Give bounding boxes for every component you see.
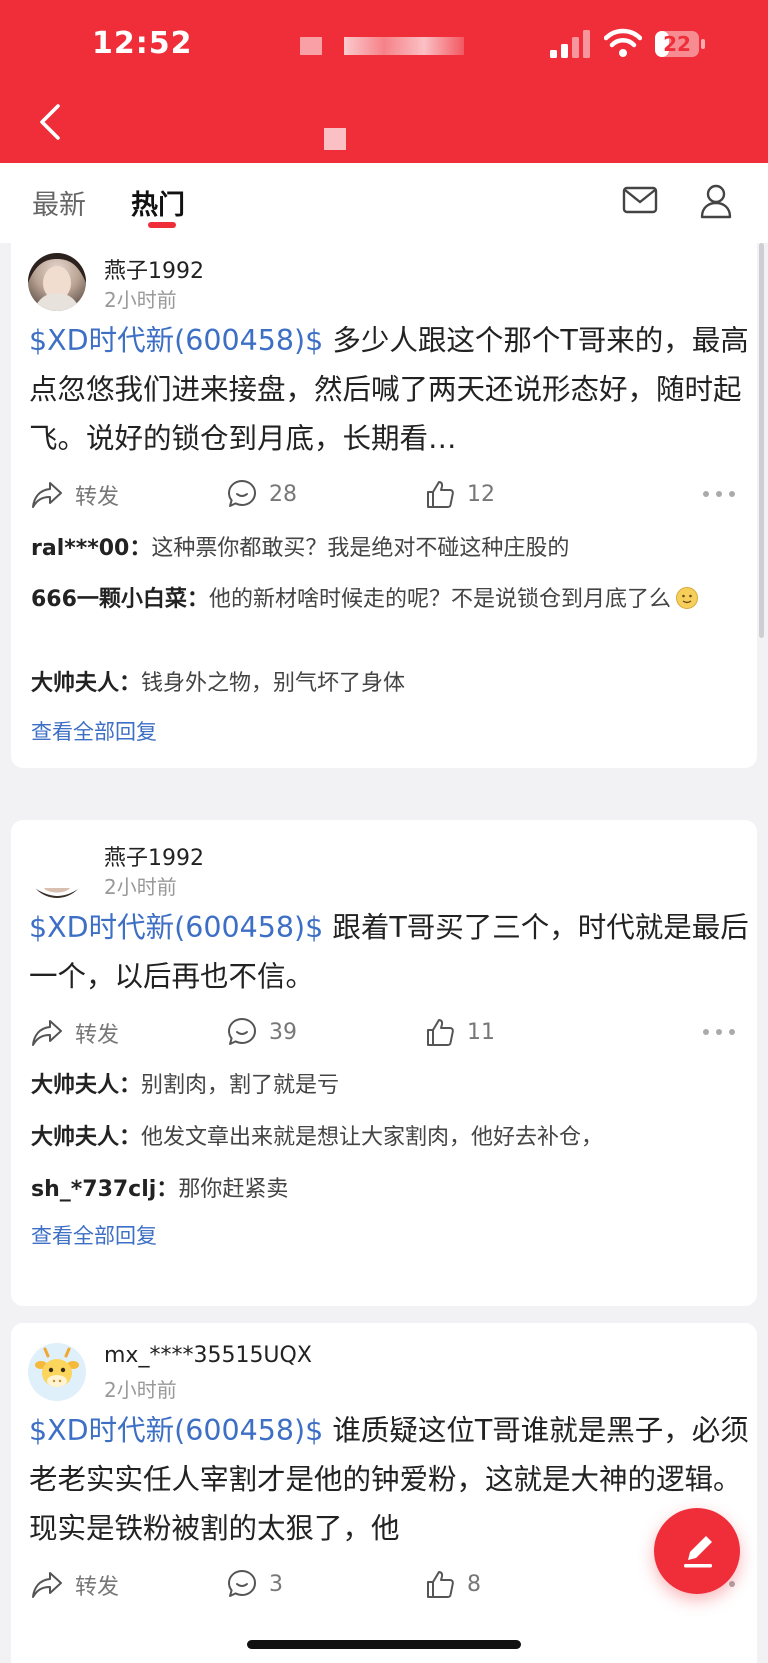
edit-icon [684, 1536, 712, 1568]
comment-button[interactable]: 3 [227, 1569, 283, 1599]
battery-level: 22 [663, 32, 691, 56]
post-card: mx_****35515UQX 2小时前 $XD时代新(600458)$ 谁质疑… [11, 1323, 757, 1663]
reply-item[interactable]: 大帅夫人：他发文章出来就是想让大家割肉，他好去补仓， [31, 1120, 743, 1155]
reply-item[interactable]: sh_*737clj：那你赶紧卖 [31, 1172, 743, 1207]
user-icon[interactable] [700, 183, 732, 219]
tab-latest[interactable]: 最新 [32, 183, 86, 222]
like-count: 12 [467, 481, 495, 507]
forward-button[interactable]: 转发 [31, 1017, 119, 1049]
view-all-replies-link[interactable]: 查看全部回复 [31, 716, 157, 746]
status-time: 12:52 [92, 26, 193, 61]
share-icon [32, 1572, 62, 1598]
reply-item[interactable]: 大帅夫人：别割肉，割了就是亏 [31, 1068, 743, 1103]
reply-user[interactable]: ral***00： [31, 536, 151, 561]
post-content[interactable]: $XD时代新(600458)$ 多少人跟这个那个T哥来的，最高点忽悠我们进来接盘… [29, 316, 751, 463]
like-icon [427, 1019, 454, 1046]
status-blurred-text [300, 37, 322, 55]
emoji-icon [675, 587, 698, 609]
reply-user[interactable]: sh_*737clj： [31, 1177, 178, 1202]
avatar-photo [30, 884, 84, 898]
author-name[interactable]: mx_****35515UQX [104, 1343, 312, 1368]
back-arrow-icon[interactable] [36, 102, 66, 142]
reply-text: 那你赶紧卖 [178, 1177, 289, 1202]
forward-button[interactable]: 转发 [31, 1569, 119, 1601]
post-card: 燕子1992 2小时前 $XD时代新(600458)$ 跟着T哥买了三个，时代就… [11, 820, 757, 1306]
header-bar: 12:52 22 [0, 0, 768, 163]
author-name[interactable]: 燕子1992 [104, 253, 204, 285]
like-count: 11 [467, 1019, 495, 1045]
reply-item[interactable]: 大帅夫人：钱身外之物，别气坏了身体 [31, 666, 743, 701]
more-icon[interactable] [703, 1027, 737, 1037]
mail-icon[interactable] [622, 185, 658, 215]
avatar[interactable] [28, 1343, 86, 1401]
comment-icon [228, 480, 256, 507]
share-icon [32, 482, 62, 508]
comment-count: 28 [269, 481, 297, 507]
share-icon [32, 1020, 62, 1046]
cow-avatar-icon [35, 1347, 79, 1387]
reply-user[interactable]: 大帅夫人： [31, 671, 141, 696]
like-icon [427, 1571, 454, 1598]
post-time: 2小时前 [104, 875, 177, 899]
comment-count: 39 [269, 1019, 297, 1045]
like-count: 8 [467, 1571, 481, 1597]
post-content[interactable]: $XD时代新(600458)$ 跟着T哥买了三个，时代就是最后一个，以后再也不信… [29, 903, 751, 1001]
comment-button[interactable]: 28 [227, 479, 297, 509]
compose-button[interactable] [654, 1508, 740, 1594]
post-time: 2小时前 [104, 288, 177, 312]
like-button[interactable]: 11 [425, 1017, 495, 1047]
forward-button[interactable]: 转发 [31, 479, 119, 511]
reply-text: 钱身外之物，别气坏了身体 [141, 671, 406, 696]
stock-tag-link[interactable]: $XD时代新(600458)$ [29, 324, 323, 357]
comment-icon [228, 1570, 256, 1597]
author-name[interactable]: 燕子1992 [104, 840, 204, 872]
reply-text: 别割肉，割了就是亏 [141, 1073, 340, 1098]
tab-hot[interactable]: 热门 [131, 183, 185, 222]
status-blurred-text [344, 37, 464, 55]
like-button[interactable]: 12 [425, 479, 495, 509]
reply-item[interactable]: ral***00：这种票你都敢买？我是绝对不碰这种庄股的 [31, 531, 743, 566]
reply-text: 这种票你都敢买？我是绝对不碰这种庄股的 [151, 536, 570, 561]
more-icon[interactable] [703, 489, 737, 499]
wifi-icon [604, 28, 642, 57]
blurred-title [324, 128, 346, 150]
avatar[interactable] [28, 253, 86, 311]
comment-count: 3 [269, 1571, 283, 1597]
stock-tag-link[interactable]: $XD时代新(600458)$ [29, 911, 323, 944]
forward-label: 转发 [75, 1575, 120, 1600]
post-content[interactable]: $XD时代新(600458)$ 谁质疑这位T哥谁就是黑子，必须老老实实任人宰割才… [29, 1406, 751, 1553]
cellular-signal-icon [550, 30, 590, 58]
scrollbar[interactable] [759, 243, 764, 638]
forward-label: 转发 [75, 485, 120, 510]
avatar-photo [28, 253, 86, 311]
avatar[interactable] [28, 840, 86, 898]
reply-user[interactable]: 大帅夫人： [31, 1073, 141, 1098]
reply-text: 他发文章出来就是想让大家割肉，他好去补仓， [141, 1125, 604, 1150]
home-indicator [247, 1640, 521, 1649]
reply-item[interactable]: 666一颗小白菜：他的新材啥时候走的呢？不是说锁仓到月底了么 [31, 582, 743, 617]
tab-bar: 最新 热门 [0, 163, 768, 243]
active-tab-indicator [148, 222, 176, 228]
post-time: 2小时前 [104, 1378, 177, 1402]
comment-icon [228, 1018, 256, 1045]
reply-text: 他的新材啥时候走的呢？不是说锁仓到月底了么 [208, 587, 671, 612]
view-all-replies-link[interactable]: 查看全部回复 [31, 1220, 157, 1250]
like-button[interactable]: 8 [425, 1569, 481, 1599]
forward-label: 转发 [75, 1023, 120, 1048]
reply-user[interactable]: 大帅夫人： [31, 1125, 141, 1150]
like-icon [427, 481, 454, 508]
stock-tag-link[interactable]: $XD时代新(600458)$ [29, 1414, 323, 1447]
comment-button[interactable]: 39 [227, 1017, 297, 1047]
post-card: 燕子1992 2小时前 $XD时代新(600458)$ 多少人跟这个那个T哥来的… [11, 243, 757, 768]
reply-user[interactable]: 666一颗小白菜： [31, 587, 209, 612]
post-feed[interactable]: 燕子1992 2小时前 $XD时代新(600458)$ 多少人跟这个那个T哥来的… [0, 243, 768, 1663]
